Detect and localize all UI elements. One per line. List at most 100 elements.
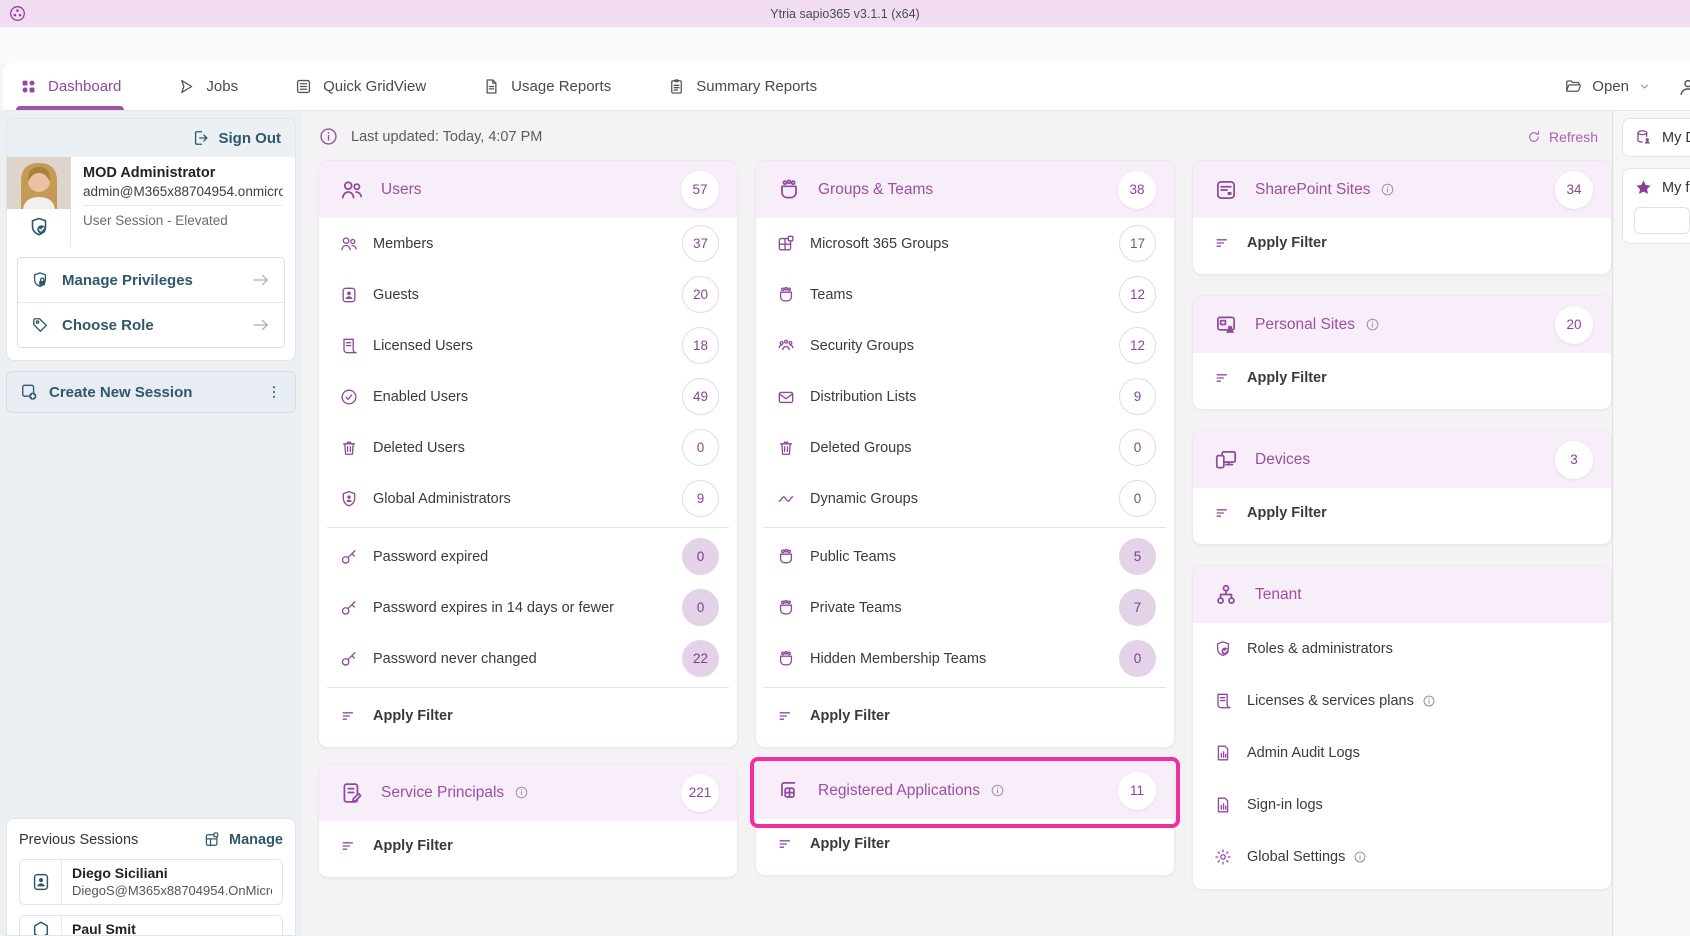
previous-session-item[interactable]: Diego Siciliani DiegoS@M365x88704954.OnM… [19, 859, 283, 905]
divider [327, 687, 729, 688]
shield-lock-icon [30, 270, 50, 290]
row-members[interactable]: Members 37 [319, 218, 737, 269]
info-icon[interactable] [1353, 850, 1367, 864]
info-icon[interactable] [1380, 182, 1395, 197]
row-password-expires-soon[interactable]: Password expires in 14 days or fewer 0 [319, 582, 737, 633]
personal-sites-card-header[interactable]: Personal Sites 20 [1193, 296, 1611, 353]
info-icon[interactable] [1422, 694, 1436, 708]
users-apply-filter-button[interactable]: Apply Filter [319, 691, 737, 741]
row-public-teams[interactable]: Public Teams 5 [756, 531, 1174, 582]
sign-out-icon [191, 128, 211, 148]
row-teams[interactable]: Teams 12 [756, 269, 1174, 320]
row-global-settings[interactable]: Global Settings [1193, 831, 1611, 883]
info-icon[interactable] [990, 783, 1005, 798]
previous-session-item[interactable]: Paul Smit [19, 915, 283, 936]
registered-applications-apply-filter-button[interactable]: Apply Filter [756, 819, 1174, 869]
password-never-changed-count-badge: 22 [682, 640, 719, 677]
service-principals-icon [339, 780, 365, 806]
gridview-icon [294, 77, 313, 96]
teams-icon [776, 649, 796, 669]
refresh-icon [1526, 129, 1542, 145]
sharepoint-apply-filter-button[interactable]: Apply Filter [1193, 218, 1611, 268]
groups-apply-filter-button[interactable]: Apply Filter [756, 691, 1174, 741]
row-admin-audit-logs[interactable]: Admin Audit Logs [1193, 727, 1611, 779]
row-enabled-users[interactable]: Enabled Users 49 [319, 371, 737, 422]
tab-summary-reports[interactable]: Summary Reports [667, 63, 817, 110]
distribution-lists-count-badge: 9 [1119, 378, 1156, 415]
row-distribution-lists[interactable]: Distribution Lists 9 [756, 371, 1174, 422]
row-dynamic-groups[interactable]: Dynamic Groups 0 [756, 473, 1174, 524]
tenant-card-header[interactable]: Tenant [1193, 566, 1611, 623]
row-m365-groups[interactable]: Microsoft 365 Groups 17 [756, 218, 1174, 269]
devices-card: Devices 3 Apply Filter [1192, 430, 1612, 545]
row-deleted-groups[interactable]: Deleted Groups 0 [756, 422, 1174, 473]
info-icon[interactable] [1365, 317, 1380, 332]
row-security-groups[interactable]: Security Groups 12 [756, 320, 1174, 371]
row-password-expired[interactable]: Password expired 0 [319, 531, 737, 582]
filter-icon [339, 836, 359, 856]
account-icon[interactable] [1677, 76, 1690, 98]
licensed-count-badge: 18 [682, 327, 719, 364]
manage-privileges-button[interactable]: Manage Privileges [18, 258, 284, 302]
tab-usage-reports[interactable]: Usage Reports [482, 63, 611, 110]
filter-icon [1213, 233, 1233, 253]
sharepoint-sites-card-header[interactable]: SharePoint Sites 34 [1193, 161, 1611, 218]
row-licenses-service-plans[interactable]: Licenses & services plans [1193, 675, 1611, 727]
guest-icon [339, 285, 359, 305]
license-icon [339, 336, 359, 356]
dynamic-groups-icon [776, 489, 796, 509]
tab-quick-gridview[interactable]: Quick GridView [294, 63, 426, 110]
devices-apply-filter-button[interactable]: Apply Filter [1193, 488, 1611, 538]
doc-chart-icon [1213, 743, 1233, 763]
key-icon [339, 598, 359, 618]
manage-privileges-label: Manage Privileges [62, 272, 238, 289]
users-card-header[interactable]: Users 57 [319, 161, 737, 218]
open-button-label: Open [1592, 78, 1629, 95]
row-licensed-users[interactable]: Licensed Users 18 [319, 320, 737, 371]
sign-out-button[interactable]: Sign Out [191, 128, 282, 148]
manage-sessions-button[interactable]: Manage [203, 831, 283, 849]
summary-reports-icon [667, 77, 686, 96]
private-teams-count-badge: 7 [1119, 589, 1156, 626]
service-principals-card-header[interactable]: Service Principals 221 [319, 764, 737, 821]
groups-teams-card-header[interactable]: Groups & Teams 38 [756, 161, 1174, 218]
sharepoint-sites-icon [1213, 177, 1239, 203]
session-user-name: Diego Siciliani [72, 865, 272, 881]
right-dock-panel: My D My f [1612, 111, 1690, 936]
personal-sites-apply-filter-button[interactable]: Apply Filter [1193, 353, 1611, 403]
row-hidden-membership-teams[interactable]: Hidden Membership Teams 0 [756, 633, 1174, 684]
tab-dashboard[interactable]: Dashboard [19, 63, 121, 110]
favorites-input[interactable] [1634, 207, 1690, 234]
user-info: MOD Administrator admin@M365x88704954.on… [7, 157, 295, 247]
choose-role-button[interactable]: Choose Role [18, 302, 284, 347]
service-principals-apply-filter-button[interactable]: Apply Filter [319, 821, 737, 871]
tab-dashboard-label: Dashboard [48, 78, 121, 95]
tab-jobs[interactable]: Jobs [177, 63, 238, 110]
tenant-card: Tenant Roles & administrators Licenses &… [1192, 565, 1612, 890]
open-button[interactable]: Open [1564, 77, 1651, 96]
filter-icon [776, 706, 796, 726]
tab-usage-reports-label: Usage Reports [511, 78, 611, 95]
row-deleted-users[interactable]: Deleted Users 0 [319, 422, 737, 473]
row-roles-administrators[interactable]: Roles & administrators [1193, 623, 1611, 675]
info-icon[interactable] [514, 785, 529, 800]
row-private-teams[interactable]: Private Teams 7 [756, 582, 1174, 633]
registered-applications-card: Registered Applications 11 Apply Filter [755, 761, 1175, 876]
global-admins-count-badge: 9 [682, 480, 719, 517]
row-guests[interactable]: Guests 20 [319, 269, 737, 320]
users-card-title: Users [381, 181, 421, 199]
info-icon[interactable] [318, 126, 339, 147]
my-data-card[interactable]: My D [1622, 118, 1690, 157]
sharepoint-sites-title: SharePoint Sites [1255, 181, 1370, 199]
create-new-session-button[interactable]: Create New Session [6, 371, 296, 413]
manage-sessions-icon [203, 831, 221, 849]
my-favorites-card[interactable]: My f [1622, 168, 1690, 244]
row-signin-logs[interactable]: Sign-in logs [1193, 779, 1611, 831]
registered-applications-card-header[interactable]: Registered Applications 11 [756, 762, 1174, 819]
registered-applications-count-badge: 11 [1118, 772, 1156, 810]
row-password-never-changed[interactable]: Password never changed 22 [319, 633, 737, 684]
refresh-button[interactable]: Refresh [1526, 129, 1598, 145]
kebab-menu-icon[interactable] [265, 383, 283, 401]
row-global-administrators[interactable]: Global Administrators 9 [319, 473, 737, 524]
devices-card-header[interactable]: Devices 3 [1193, 431, 1611, 488]
